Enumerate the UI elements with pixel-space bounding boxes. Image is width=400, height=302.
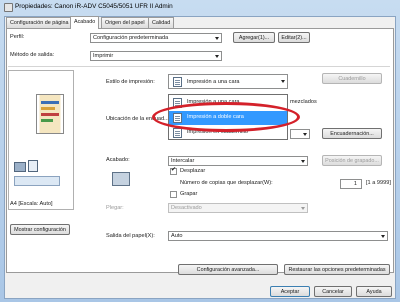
binding-margin-button[interactable]: Encuadernación... (322, 128, 382, 139)
offset-copies-spinner[interactable]: 1 (340, 179, 362, 189)
finishing-select[interactable]: Intercalar (168, 156, 308, 166)
edit-profile-button[interactable]: Editar(2)... (278, 32, 310, 43)
ok-button[interactable]: Aceptar (270, 286, 310, 297)
profile-value: Configuración predeterminada (93, 35, 169, 41)
page-thumbnail (36, 94, 64, 134)
staple-label: Grapar (180, 191, 198, 197)
show-settings-button[interactable]: Mostrar configuración (10, 224, 70, 235)
offset-copies-label: Número de copias que desplazar(W): (180, 180, 273, 186)
output-method-select[interactable]: Imprimir (90, 51, 222, 61)
tab-quality[interactable]: Calidad (148, 17, 175, 28)
tab-page-setup[interactable]: Configuración de página (6, 17, 73, 28)
staple-checkbox[interactable] (170, 191, 177, 198)
paper-output-label: Salida del papel(X): (106, 233, 155, 239)
paper-output-select[interactable]: Auto (168, 231, 388, 241)
finishing-label: Acabado: (106, 157, 130, 163)
chevron-down-icon (381, 235, 385, 238)
profile-select[interactable]: Configuración predeterminada (90, 33, 222, 43)
advanced-settings-button[interactable]: Configuración avanzada... (178, 264, 278, 275)
chevron-down-icon (303, 133, 307, 136)
offset-copies-range: [1 a 9999] (366, 180, 391, 186)
finishing-value: Intercalar (171, 158, 195, 164)
highlight-annotation (152, 102, 300, 132)
profile-label: Perfil: (10, 34, 25, 40)
thumb-bar (41, 113, 59, 116)
page-preview (8, 70, 74, 210)
booklet-button[interactable]: Cuadernillo (322, 73, 382, 84)
printer-preview-icon (14, 162, 26, 172)
document-icon (173, 77, 182, 87)
chevron-down-icon (301, 207, 305, 210)
finisher-icon (112, 172, 130, 186)
print-style-select[interactable]: Impresión a una cara (168, 74, 288, 89)
chevron-down-icon (215, 55, 219, 58)
divider (8, 66, 390, 67)
tab-finishing[interactable]: Acabado (70, 16, 100, 29)
window-title: Propiedades: Canon iR-ADV C5045/5051 UFR… (15, 3, 173, 10)
fold-label: Plegar: (106, 205, 124, 211)
offset-label: Desplazar (180, 168, 206, 174)
title-bar: Propiedades: Canon iR-ADV C5045/5051 UFR… (0, 0, 400, 15)
chevron-down-icon (301, 160, 305, 163)
print-style-value: Impresión a una cara (187, 79, 240, 85)
check-icon: ✔ (171, 167, 177, 173)
paper-output-value: Auto (171, 233, 183, 239)
chevron-down-icon (215, 37, 219, 40)
binding-location-select[interactable] (290, 129, 310, 139)
preview-caption: A4 [Escala: Auto] (10, 201, 53, 207)
offset-copies-value: 1 (353, 181, 357, 187)
print-style-label: Estilo de impresión: (106, 79, 155, 85)
fold-value: Desactivado (171, 205, 202, 211)
add-profile-button[interactable]: Agregar(1)... (233, 32, 275, 43)
thumb-bar (41, 119, 53, 122)
staple-position-button[interactable]: Posición de grapado... (322, 155, 382, 166)
tab-paper-source[interactable]: Origen del papel (101, 17, 149, 28)
restore-defaults-button[interactable]: Restaurar las opciones predeterminadas (284, 264, 390, 275)
output-method-value: Imprimir (93, 53, 114, 59)
output-method-label: Método de salida: (10, 52, 55, 58)
cancel-button[interactable]: Cancelar (314, 286, 352, 297)
printer-icon (4, 3, 13, 12)
document-stack-icon (28, 160, 38, 172)
fold-select[interactable]: Desactivado (168, 203, 308, 213)
thumb-bar (41, 101, 59, 104)
chevron-down-icon (281, 80, 285, 83)
mixed-sizes-partial-label: mezclados (290, 99, 317, 105)
thumb-bar (41, 107, 55, 110)
booklet-icon (173, 128, 182, 138)
help-button[interactable]: Ayuda (356, 286, 392, 297)
preview-toolbar[interactable] (14, 176, 60, 186)
